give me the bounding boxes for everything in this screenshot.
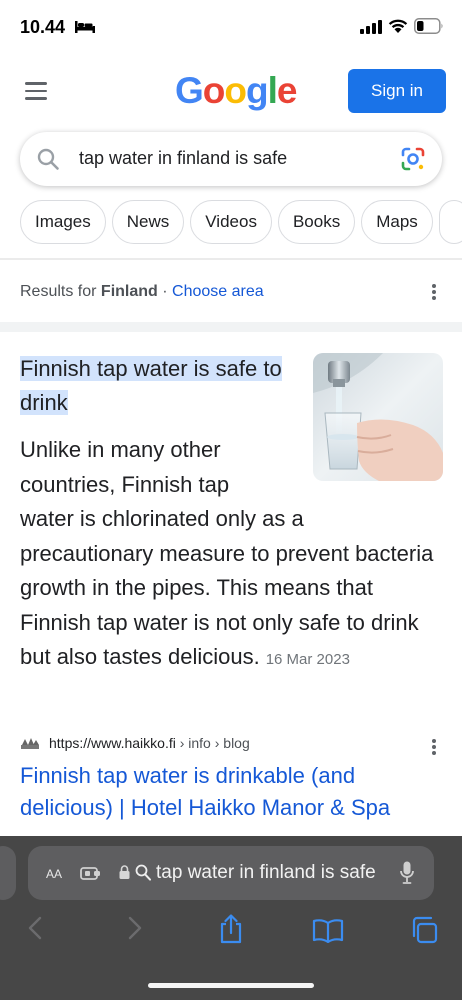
battery-icon <box>414 18 443 34</box>
snippet-date: 16 Mar 2023 <box>265 651 350 668</box>
address-bar[interactable]: AA tap water in finland is safe <box>28 846 434 900</box>
chip-news[interactable]: News <box>111 200 185 244</box>
microphone-icon[interactable] <box>400 861 414 885</box>
source-url[interactable]: https://www.haikko.fi › info › blog <box>49 735 250 751</box>
chip-more[interactable] <box>438 200 462 244</box>
address-text[interactable]: tap water in finland is safe <box>156 862 382 884</box>
chip-videos[interactable]: Videos <box>190 200 272 244</box>
result-title-link[interactable]: Finnish tap water is drinkable (and deli… <box>20 760 450 824</box>
page-settings-button[interactable]: AA <box>46 863 62 883</box>
extension-icon[interactable] <box>80 865 102 881</box>
divider <box>0 258 462 260</box>
result-options-icon[interactable] <box>432 739 436 755</box>
previous-tab-pill[interactable] <box>0 846 16 900</box>
bed-icon <box>75 21 95 33</box>
search-input[interactable]: tap water in finland is safe <box>79 148 287 169</box>
search-icon[interactable] <box>36 147 60 171</box>
chip-images[interactable]: Images <box>20 200 106 244</box>
wifi-icon <box>388 19 408 33</box>
choose-area-link[interactable]: Choose area <box>172 283 264 300</box>
back-icon[interactable] <box>28 916 42 940</box>
status-bar: 10.44 <box>0 0 462 56</box>
search-box[interactable]: tap water in finland is safe <box>20 132 442 186</box>
google-lens-icon[interactable] <box>400 146 426 172</box>
menu-icon[interactable] <box>25 82 47 100</box>
site-favicon-icon[interactable] <box>20 737 40 751</box>
lock-icon <box>119 865 130 879</box>
google-header: Google Sign in <box>0 56 462 126</box>
section-divider <box>0 322 462 332</box>
home-indicator <box>148 983 314 988</box>
bookmarks-icon[interactable] <box>312 919 344 943</box>
signal-icon <box>360 20 382 34</box>
featured-snippet-text: Unlike in many other countries, Finnish … <box>20 437 434 669</box>
chip-books[interactable]: Books <box>277 200 356 244</box>
forward-icon[interactable] <box>128 916 142 940</box>
sign-in-button[interactable]: Sign in <box>348 69 446 113</box>
featured-snippet-title: Finnish tap water is safe to drink <box>20 356 282 415</box>
results-location: Results for Finland · Choose area <box>20 283 264 300</box>
google-logo[interactable]: Google <box>175 70 297 112</box>
status-time: 10.44 <box>20 17 66 37</box>
search-filter-chips: Images News Videos Books Maps <box>20 200 462 246</box>
tabs-icon[interactable] <box>410 916 438 944</box>
magnifier-icon <box>135 864 151 881</box>
more-options-icon[interactable] <box>432 284 436 300</box>
location-name: Finland <box>100 283 158 300</box>
chip-maps[interactable]: Maps <box>361 200 433 244</box>
share-icon[interactable] <box>218 914 244 944</box>
